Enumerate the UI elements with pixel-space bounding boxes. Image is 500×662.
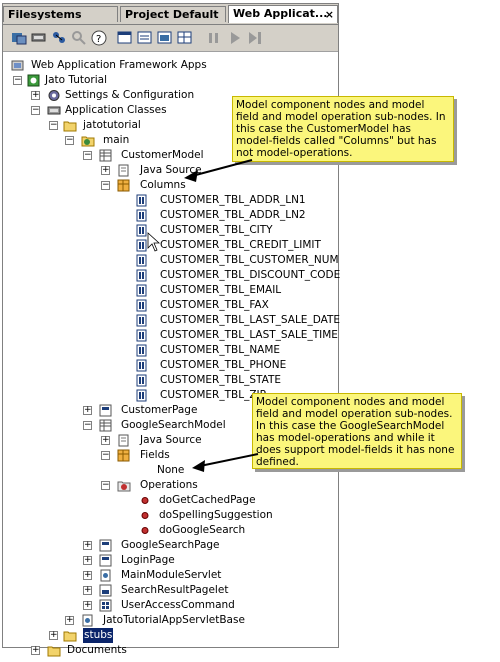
mouse-cursor-icon <box>147 232 161 252</box>
arrow-to-columns <box>184 159 253 182</box>
arrow-to-operations <box>192 453 259 472</box>
callout-arrows <box>147 159 259 472</box>
